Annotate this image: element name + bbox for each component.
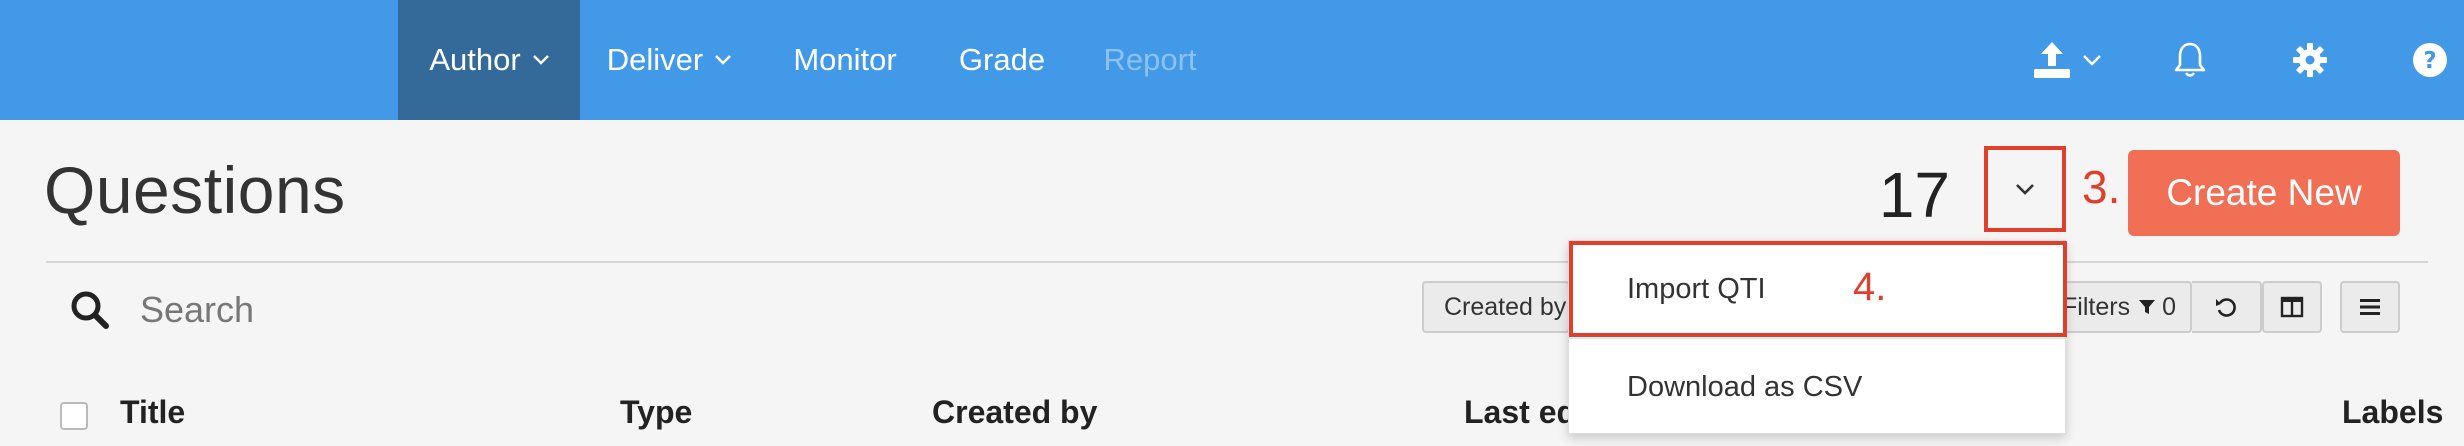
created-by-filter-button[interactable]: Created by — [1422, 281, 1570, 333]
more-options-menu: Import QTI 4. Download as CSV — [1568, 240, 2067, 435]
chevron-down-icon — [532, 55, 549, 65]
column-header-last-edited[interactable]: Last ed — [1464, 394, 1576, 431]
help-button[interactable]: ? — [2400, 30, 2460, 90]
nav-author-label: Author — [429, 42, 521, 77]
funnel-icon — [2139, 300, 2156, 314]
step-annotation-4: 4. — [1853, 265, 1887, 309]
settings-button[interactable] — [2280, 30, 2340, 90]
more-options-dropdown-button[interactable] — [1984, 146, 2066, 232]
nav-monitor[interactable]: Monitor — [780, 0, 910, 120]
step-annotation-3: 3. — [2082, 161, 2121, 213]
nav-report-label: Report — [1103, 42, 1197, 77]
page-title: Questions — [44, 153, 346, 227]
help-icon: ? — [2413, 43, 2447, 77]
gear-icon — [2293, 43, 2327, 77]
list-view-button[interactable] — [2340, 281, 2400, 333]
created-by-filter-label: Created by — [1444, 292, 1567, 321]
column-header-labels[interactable]: Labels — [2342, 394, 2443, 431]
bell-icon — [2174, 42, 2206, 77]
column-header-title[interactable]: Title — [120, 394, 185, 431]
search-icon — [71, 291, 109, 329]
nav-grade-label: Grade — [958, 42, 1046, 77]
filters-label: Filters — [2062, 292, 2131, 321]
menu-item-import-qti-label: Import QTI — [1627, 272, 1766, 305]
menu-item-download-csv-label: Download as CSV — [1627, 370, 1863, 403]
columns-toggle-button[interactable] — [2262, 281, 2322, 333]
chevron-down-icon — [2083, 54, 2101, 66]
columns-icon — [2280, 296, 2304, 318]
chevron-down-icon — [2016, 183, 2034, 195]
chevron-down-icon — [715, 55, 732, 65]
nav-report: Report — [1094, 0, 1206, 120]
column-header-type[interactable]: Type — [620, 394, 692, 431]
select-all-checkbox[interactable] — [60, 402, 88, 430]
nav-deliver-label: Deliver — [606, 42, 704, 77]
list-icon — [2360, 299, 2380, 315]
notifications-button[interactable] — [2160, 30, 2220, 90]
header-divider — [46, 261, 2428, 263]
menu-item-download-csv[interactable]: Download as CSV — [1569, 339, 2067, 435]
question-count: 17 — [1878, 159, 1950, 231]
svg-text:?: ? — [2423, 48, 2436, 74]
top-navbar: Author Deliver Monitor Grade Report ? — [0, 0, 2464, 120]
search-input[interactable] — [140, 282, 840, 338]
nav-deliver[interactable]: Deliver — [596, 0, 742, 120]
column-header-created-by[interactable]: Created by — [932, 394, 1097, 431]
nav-grade[interactable]: Grade — [946, 0, 1058, 120]
create-new-button[interactable]: Create New — [2128, 150, 2400, 236]
undo-icon — [2216, 298, 2236, 317]
reset-button[interactable] — [2192, 281, 2262, 333]
menu-item-import-qti[interactable]: Import QTI 4. — [1569, 241, 2067, 337]
nav-author[interactable]: Author — [398, 0, 580, 120]
upload-icon — [2034, 42, 2070, 78]
upload-menu[interactable] — [2024, 30, 2108, 90]
filters-count: 0 — [2162, 292, 2176, 321]
nav-monitor-label: Monitor — [793, 42, 897, 77]
